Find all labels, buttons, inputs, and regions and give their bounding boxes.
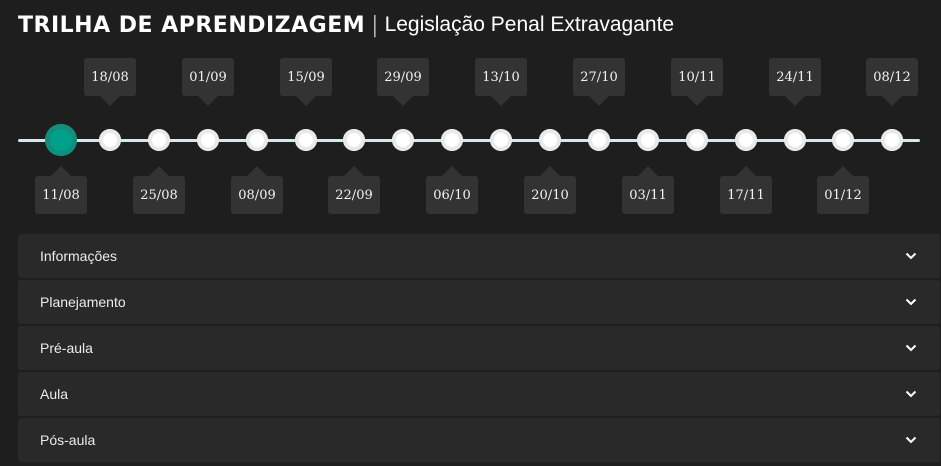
timeline-node[interactable] [832, 129, 854, 151]
timeline-date-label[interactable]: 08/12 [866, 58, 918, 96]
accordion-item-label: Planejamento [40, 294, 126, 310]
timeline-node[interactable] [148, 129, 170, 151]
timeline-date-label[interactable]: 24/11 [769, 58, 821, 96]
timeline-node[interactable] [686, 129, 708, 151]
timeline-date-label[interactable]: 22/09 [328, 176, 380, 214]
page-title: TRILHA DE APRENDIZAGEM [18, 12, 366, 38]
chevron-down-icon[interactable] [904, 295, 918, 309]
timeline-node[interactable] [343, 129, 365, 151]
timeline-date-label[interactable]: 25/08 [133, 176, 185, 214]
timeline-date-label[interactable]: 17/11 [720, 176, 772, 214]
timeline-node[interactable] [99, 129, 121, 151]
timeline-date-label[interactable]: 27/10 [573, 58, 625, 96]
timeline-node[interactable] [881, 129, 903, 151]
accordion-item-label: Pré-aula [40, 340, 93, 356]
timeline-date-label[interactable]: 01/12 [817, 176, 869, 214]
chevron-down-icon[interactable] [904, 433, 918, 447]
timeline-date-label[interactable]: 29/09 [377, 58, 429, 96]
timeline-date-label[interactable]: 11/08 [35, 176, 87, 214]
title-separator: | [371, 12, 379, 38]
accordion-item-label: Informações [40, 248, 118, 264]
timeline-date-label[interactable]: 15/09 [280, 58, 332, 96]
timeline-node[interactable] [490, 129, 512, 151]
accordion-item-informacoes[interactable]: Informações [18, 234, 940, 278]
chevron-down-icon[interactable] [904, 341, 918, 355]
accordion: Informações Planejamento Pré-aula Aula P… [18, 234, 940, 464]
timeline-node-active[interactable] [45, 124, 77, 156]
accordion-item-pre-aula[interactable]: Pré-aula [18, 326, 940, 370]
timeline-node[interactable] [637, 129, 659, 151]
timeline-node[interactable] [588, 129, 610, 151]
accordion-item-planejamento[interactable]: Planejamento [18, 280, 940, 324]
page-subtitle: Legislação Penal Extravagante [384, 13, 675, 36]
accordion-item-label: Pós-aula [40, 432, 96, 448]
accordion-item-pos-aula[interactable]: Pós-aula [18, 418, 940, 462]
timeline-date-label[interactable]: 01/09 [182, 58, 234, 96]
accordion-item-label: Aula [40, 386, 69, 402]
timeline-date-label[interactable]: 20/10 [524, 176, 576, 214]
timeline-node[interactable] [539, 129, 561, 151]
timeline: 11/08 18/08 25/08 01/09 08/09 15/09 22/09 29/09… [0, 50, 941, 228]
timeline-date-label[interactable]: 08/09 [231, 176, 283, 214]
timeline-date-label[interactable]: 13/10 [475, 58, 527, 96]
timeline-node[interactable] [441, 129, 463, 151]
page-header: TRILHA DE APRENDIZAGEM | Legislação Pena… [18, 8, 674, 42]
timeline-node[interactable] [784, 129, 806, 151]
timeline-node[interactable] [392, 129, 414, 151]
timeline-date-label[interactable]: 06/10 [426, 176, 478, 214]
chevron-down-icon[interactable] [904, 249, 918, 263]
timeline-node[interactable] [295, 129, 317, 151]
timeline-node[interactable] [197, 129, 219, 151]
chevron-down-icon[interactable] [904, 387, 918, 401]
timeline-date-label[interactable]: 03/11 [622, 176, 674, 214]
accordion-item-aula[interactable]: Aula [18, 372, 940, 416]
timeline-node[interactable] [735, 129, 757, 151]
timeline-node[interactable] [246, 129, 268, 151]
timeline-date-label[interactable]: 18/08 [84, 58, 136, 96]
timeline-date-label[interactable]: 10/11 [671, 58, 723, 96]
